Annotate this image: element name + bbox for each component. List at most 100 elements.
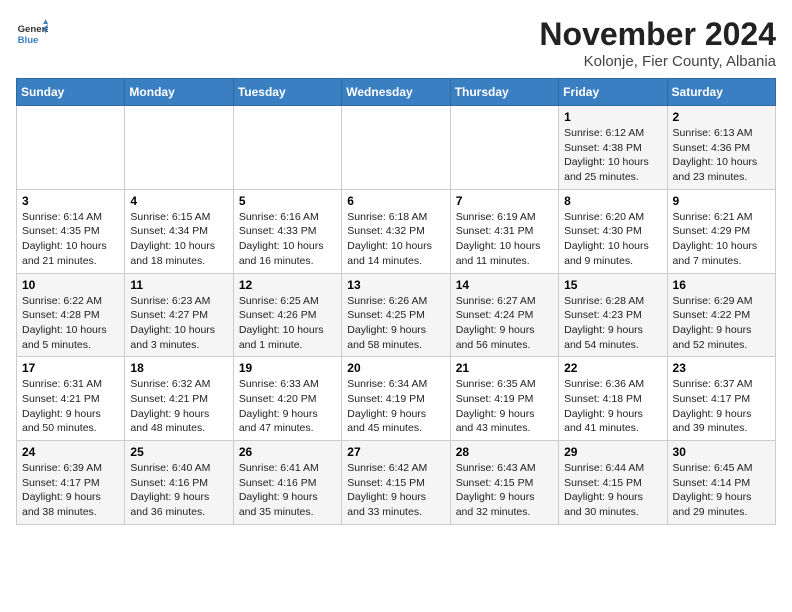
calendar-cell [450,106,558,190]
daylight-label: Daylight: 9 hours and 33 minutes. [347,491,426,518]
sunset-label: Sunset: 4:20 PM [239,393,317,405]
day-number: 17 [22,361,119,375]
calendar-cell: 14 Sunrise: 6:27 AM Sunset: 4:24 PM Dayl… [450,273,558,357]
sunset-label: Sunset: 4:36 PM [673,142,751,154]
sunrise-label: Sunrise: 6:44 AM [564,462,644,474]
calendar-cell: 19 Sunrise: 6:33 AM Sunset: 4:20 PM Dayl… [233,357,341,441]
calendar-cell: 5 Sunrise: 6:16 AM Sunset: 4:33 PM Dayli… [233,189,341,273]
day-number: 2 [673,110,770,124]
day-info: Sunrise: 6:44 AM Sunset: 4:15 PM Dayligh… [564,461,661,520]
calendar-cell: 22 Sunrise: 6:36 AM Sunset: 4:18 PM Dayl… [559,357,667,441]
calendar-cell: 13 Sunrise: 6:26 AM Sunset: 4:25 PM Dayl… [342,273,450,357]
day-number: 30 [673,445,770,459]
day-info: Sunrise: 6:22 AM Sunset: 4:28 PM Dayligh… [22,294,119,353]
day-number: 7 [456,194,553,208]
calendar-cell: 29 Sunrise: 6:44 AM Sunset: 4:15 PM Dayl… [559,441,667,525]
sunset-label: Sunset: 4:18 PM [564,393,642,405]
daylight-label: Daylight: 10 hours and 7 minutes. [673,240,758,267]
daylight-label: Daylight: 9 hours and 45 minutes. [347,408,426,435]
calendar-cell [17,106,125,190]
day-info: Sunrise: 6:28 AM Sunset: 4:23 PM Dayligh… [564,294,661,353]
daylight-label: Daylight: 9 hours and 38 minutes. [22,491,101,518]
calendar-cell: 18 Sunrise: 6:32 AM Sunset: 4:21 PM Dayl… [125,357,233,441]
calendar-cell: 2 Sunrise: 6:13 AM Sunset: 4:36 PM Dayli… [667,106,775,190]
week-row-1: 1 Sunrise: 6:12 AM Sunset: 4:38 PM Dayli… [17,106,776,190]
sunrise-label: Sunrise: 6:35 AM [456,378,536,390]
day-info: Sunrise: 6:33 AM Sunset: 4:20 PM Dayligh… [239,377,336,436]
calendar-cell: 24 Sunrise: 6:39 AM Sunset: 4:17 PM Dayl… [17,441,125,525]
sunrise-label: Sunrise: 6:13 AM [673,127,753,139]
weekday-tuesday: Tuesday [233,79,341,106]
sunrise-label: Sunrise: 6:37 AM [673,378,753,390]
week-row-5: 24 Sunrise: 6:39 AM Sunset: 4:17 PM Dayl… [17,441,776,525]
daylight-label: Daylight: 9 hours and 32 minutes. [456,491,535,518]
sunrise-label: Sunrise: 6:42 AM [347,462,427,474]
day-info: Sunrise: 6:18 AM Sunset: 4:32 PM Dayligh… [347,210,444,269]
daylight-label: Daylight: 9 hours and 39 minutes. [673,408,752,435]
daylight-label: Daylight: 10 hours and 25 minutes. [564,156,649,183]
sunset-label: Sunset: 4:27 PM [130,309,208,321]
day-info: Sunrise: 6:41 AM Sunset: 4:16 PM Dayligh… [239,461,336,520]
sunset-label: Sunset: 4:29 PM [673,225,751,237]
day-info: Sunrise: 6:21 AM Sunset: 4:29 PM Dayligh… [673,210,770,269]
day-number: 13 [347,278,444,292]
daylight-label: Daylight: 9 hours and 56 minutes. [456,324,535,351]
daylight-label: Daylight: 10 hours and 11 minutes. [456,240,541,267]
day-info: Sunrise: 6:26 AM Sunset: 4:25 PM Dayligh… [347,294,444,353]
sunrise-label: Sunrise: 6:33 AM [239,378,319,390]
svg-text:General: General [18,24,48,35]
weekday-monday: Monday [125,79,233,106]
week-row-4: 17 Sunrise: 6:31 AM Sunset: 4:21 PM Dayl… [17,357,776,441]
sunset-label: Sunset: 4:32 PM [347,225,425,237]
sunrise-label: Sunrise: 6:40 AM [130,462,210,474]
sunset-label: Sunset: 4:15 PM [564,477,642,489]
daylight-label: Daylight: 9 hours and 29 minutes. [673,491,752,518]
sunset-label: Sunset: 4:14 PM [673,477,751,489]
daylight-label: Daylight: 9 hours and 47 minutes. [239,408,318,435]
sunrise-label: Sunrise: 6:26 AM [347,295,427,307]
day-number: 14 [456,278,553,292]
sunrise-label: Sunrise: 6:27 AM [456,295,536,307]
weekday-friday: Friday [559,79,667,106]
sunrise-label: Sunrise: 6:28 AM [564,295,644,307]
weekday-row: SundayMondayTuesdayWednesdayThursdayFrid… [17,79,776,106]
calendar-cell [233,106,341,190]
daylight-label: Daylight: 9 hours and 52 minutes. [673,324,752,351]
sunset-label: Sunset: 4:35 PM [22,225,100,237]
calendar-header: SundayMondayTuesdayWednesdayThursdayFrid… [17,79,776,106]
day-number: 20 [347,361,444,375]
day-number: 5 [239,194,336,208]
day-info: Sunrise: 6:20 AM Sunset: 4:30 PM Dayligh… [564,210,661,269]
sunset-label: Sunset: 4:19 PM [456,393,534,405]
day-number: 15 [564,278,661,292]
sunrise-label: Sunrise: 6:36 AM [564,378,644,390]
sunset-label: Sunset: 4:17 PM [673,393,751,405]
sunrise-label: Sunrise: 6:18 AM [347,211,427,223]
day-info: Sunrise: 6:12 AM Sunset: 4:38 PM Dayligh… [564,126,661,185]
day-number: 26 [239,445,336,459]
day-info: Sunrise: 6:35 AM Sunset: 4:19 PM Dayligh… [456,377,553,436]
calendar-cell: 15 Sunrise: 6:28 AM Sunset: 4:23 PM Dayl… [559,273,667,357]
calendar-cell: 7 Sunrise: 6:19 AM Sunset: 4:31 PM Dayli… [450,189,558,273]
daylight-label: Daylight: 10 hours and 21 minutes. [22,240,107,267]
location: Kolonje, Fier County, Albania [539,53,776,70]
logo: General Blue [16,16,48,48]
calendar-body: 1 Sunrise: 6:12 AM Sunset: 4:38 PM Dayli… [17,106,776,525]
daylight-label: Daylight: 10 hours and 3 minutes. [130,324,215,351]
calendar-cell: 26 Sunrise: 6:41 AM Sunset: 4:16 PM Dayl… [233,441,341,525]
daylight-label: Daylight: 10 hours and 16 minutes. [239,240,324,267]
sunset-label: Sunset: 4:19 PM [347,393,425,405]
day-number: 28 [456,445,553,459]
day-info: Sunrise: 6:29 AM Sunset: 4:22 PM Dayligh… [673,294,770,353]
daylight-label: Daylight: 10 hours and 5 minutes. [22,324,107,351]
sunset-label: Sunset: 4:28 PM [22,309,100,321]
title-block: November 2024 Kolonje, Fier County, Alba… [539,16,776,70]
day-info: Sunrise: 6:43 AM Sunset: 4:15 PM Dayligh… [456,461,553,520]
day-number: 10 [22,278,119,292]
daylight-label: Daylight: 9 hours and 36 minutes. [130,491,209,518]
sunrise-label: Sunrise: 6:14 AM [22,211,102,223]
day-info: Sunrise: 6:39 AM Sunset: 4:17 PM Dayligh… [22,461,119,520]
day-info: Sunrise: 6:16 AM Sunset: 4:33 PM Dayligh… [239,210,336,269]
calendar-cell [125,106,233,190]
sunset-label: Sunset: 4:25 PM [347,309,425,321]
